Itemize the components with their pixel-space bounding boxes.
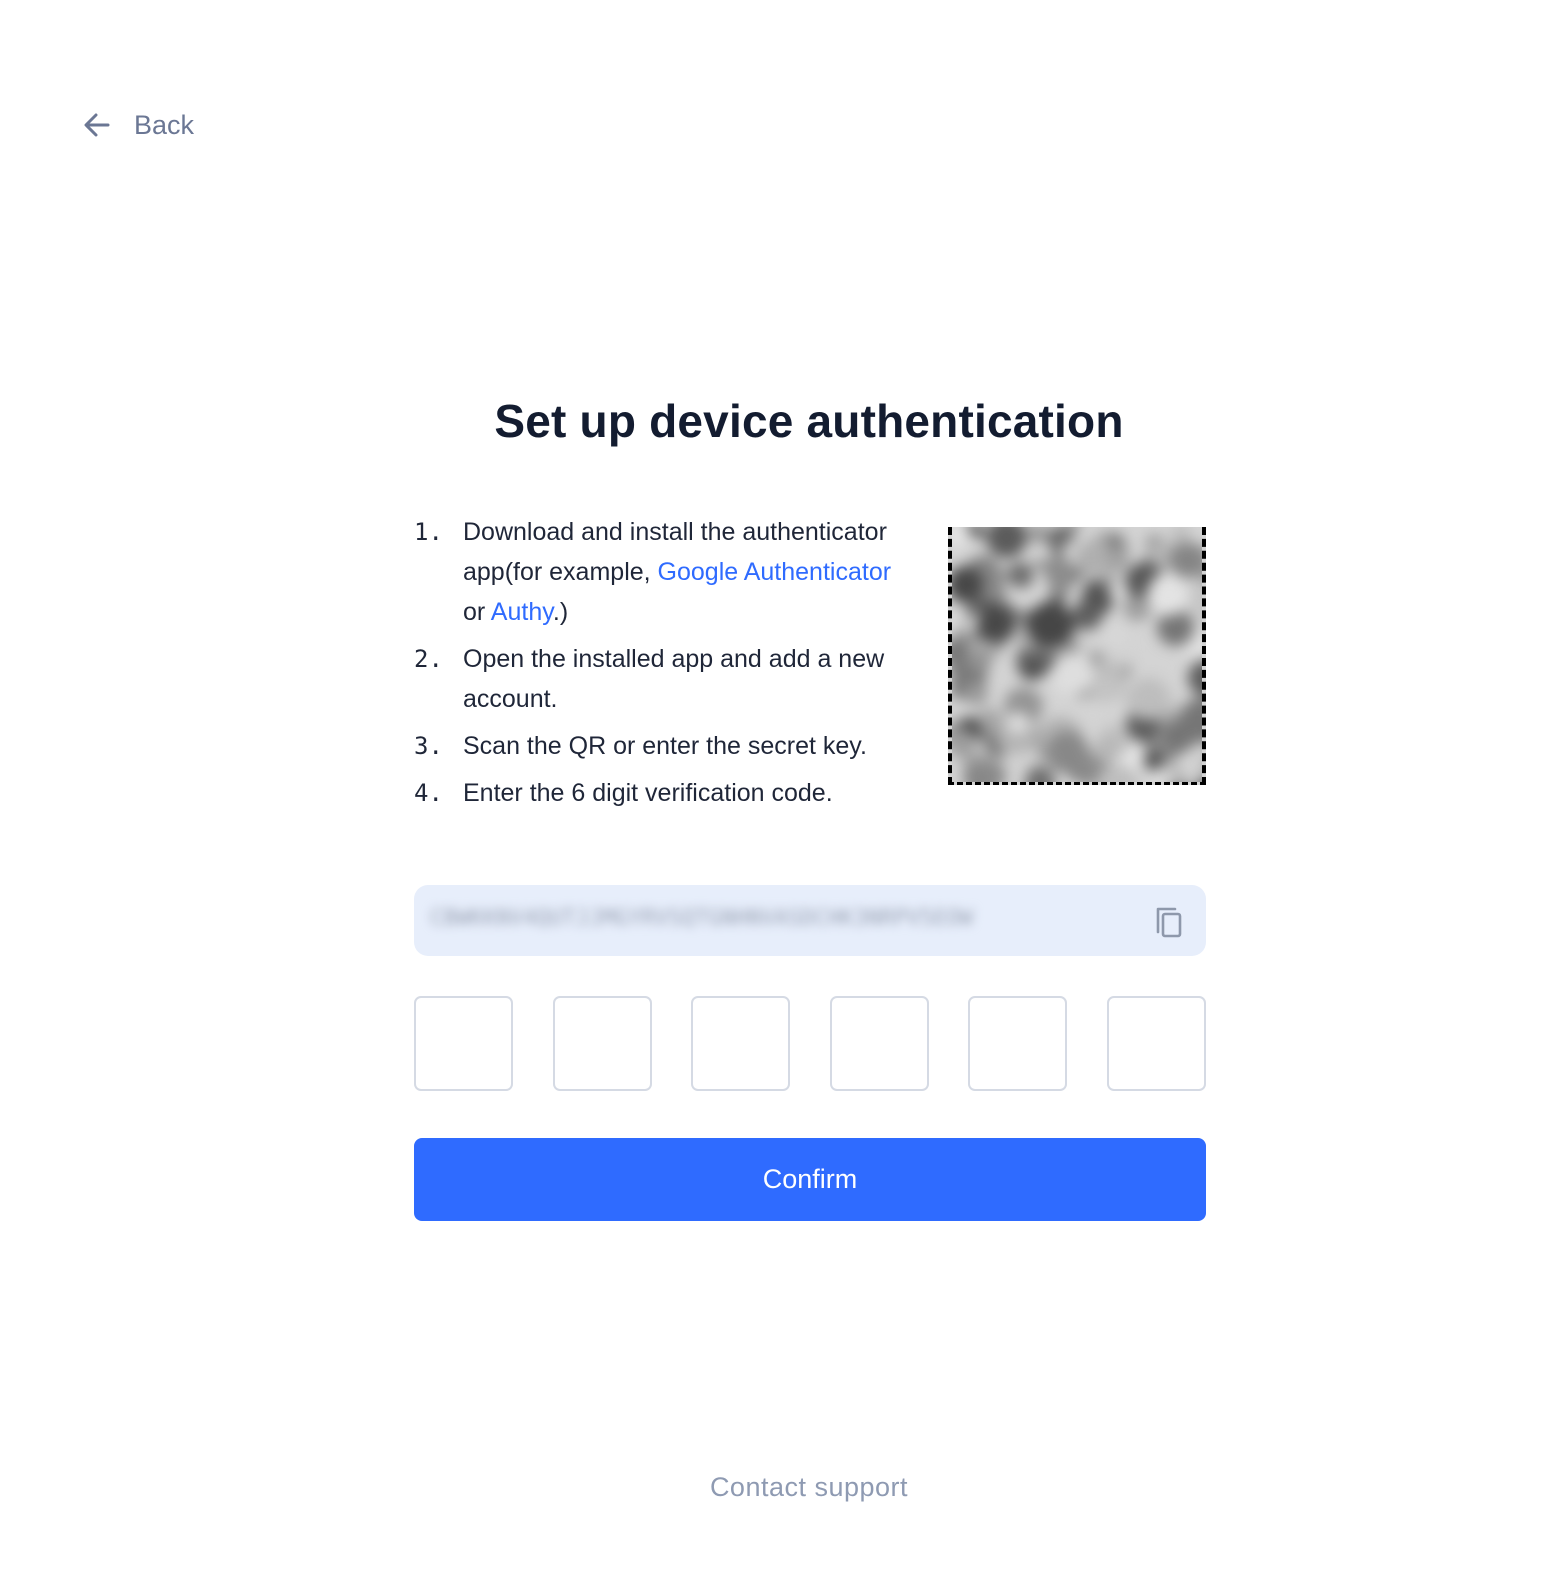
qr-blob <box>1027 527 1048 544</box>
code-digit-2[interactable] <box>552 996 652 1091</box>
qr-blob <box>963 679 989 705</box>
qr-blob <box>1147 573 1190 616</box>
qr-blob <box>1027 601 1074 649</box>
copy-icon <box>1150 907 1190 945</box>
qr-blob <box>1045 730 1090 774</box>
code-digit-5[interactable] <box>968 996 1068 1091</box>
qr-blob <box>977 604 1016 643</box>
step-number: 2. <box>414 645 443 673</box>
qr-code-pattern <box>952 527 1206 785</box>
step-2: 2. Open the installed app and add a new … <box>414 639 894 719</box>
step-1: 1. Download and install the authenticato… <box>414 512 894 632</box>
back-label: Back <box>134 109 195 140</box>
step-number: 3. <box>414 732 443 760</box>
step-text: Download and install the authenticator a… <box>463 512 894 632</box>
code-digit-1[interactable] <box>414 996 513 1091</box>
qr-blob <box>1103 623 1129 649</box>
qr-blob <box>1169 542 1202 578</box>
instructions-list: 1. Download and install the authenticato… <box>414 512 894 820</box>
confirm-button[interactable]: Confirm <box>414 1138 1206 1221</box>
qr-blob <box>986 527 1028 559</box>
qr-blob <box>1127 677 1170 721</box>
qr-blob <box>1006 712 1029 735</box>
qr-blob <box>1143 751 1163 771</box>
step-text: Scan the QR or enter the secret key. <box>463 732 867 760</box>
secret-key-field: CBWKKNV4QUTJJMGYRVSQTGNHNVASDCHK3NRPV5EO… <box>414 885 1206 956</box>
step-text-part: or <box>463 598 491 626</box>
step-4: 4. Enter the 6 digit verification code. <box>414 773 894 813</box>
qr-blob <box>952 566 984 603</box>
step-number: 4. <box>414 779 443 807</box>
code-digit-4[interactable] <box>829 996 929 1091</box>
qr-blob <box>967 650 990 674</box>
page-title: Set up device authentication <box>494 395 1124 447</box>
qr-blob <box>1092 737 1119 763</box>
contact-support-link[interactable]: Contact support <box>0 1472 1558 1503</box>
qr-blob <box>1110 583 1125 599</box>
qr-blob <box>1007 561 1034 589</box>
qr-blob <box>966 784 1000 785</box>
secret-key-value: CBWKKNV4QUTJJMGYRVSQTGNHNVASDCHK3NRPV5EO… <box>430 906 974 931</box>
qr-blob <box>1171 527 1191 544</box>
google-authenticator-link[interactable]: Google Authenticator <box>658 558 892 586</box>
copy-secret-button[interactable] <box>1150 901 1190 941</box>
step-text: Enter the 6 digit verification code. <box>463 779 833 807</box>
qr-blob <box>1108 533 1123 549</box>
qr-blob <box>1187 660 1202 696</box>
verification-code-inputs <box>414 996 1206 1091</box>
qr-blob <box>1050 652 1094 695</box>
qr-blob <box>1195 778 1202 782</box>
qr-blob <box>1044 557 1075 588</box>
qr-blob <box>1068 784 1084 785</box>
qr-blob <box>1201 753 1202 782</box>
step-text-part: .) <box>552 598 569 626</box>
page: Back Set up device authentication 1. Dow… <box>0 0 1558 1584</box>
qr-blob <box>952 729 976 759</box>
code-digit-6[interactable] <box>1106 996 1206 1091</box>
arrow-left-icon <box>82 110 112 140</box>
step-text: Open the installed app and add a new acc… <box>463 645 885 713</box>
step-number: 1. <box>414 518 443 546</box>
qr-blob <box>1160 719 1194 753</box>
step-3: 3. Scan the QR or enter the secret key. <box>414 726 894 766</box>
authy-link[interactable]: Authy <box>491 598 553 626</box>
qr-blob <box>1106 549 1129 571</box>
code-digit-3[interactable] <box>691 996 791 1091</box>
qr-blob <box>1074 542 1109 577</box>
qr-blob <box>1205 667 1206 696</box>
back-button[interactable]: Back <box>82 104 194 146</box>
qr-blob <box>974 759 1007 782</box>
qr-code-image <box>948 527 1206 785</box>
